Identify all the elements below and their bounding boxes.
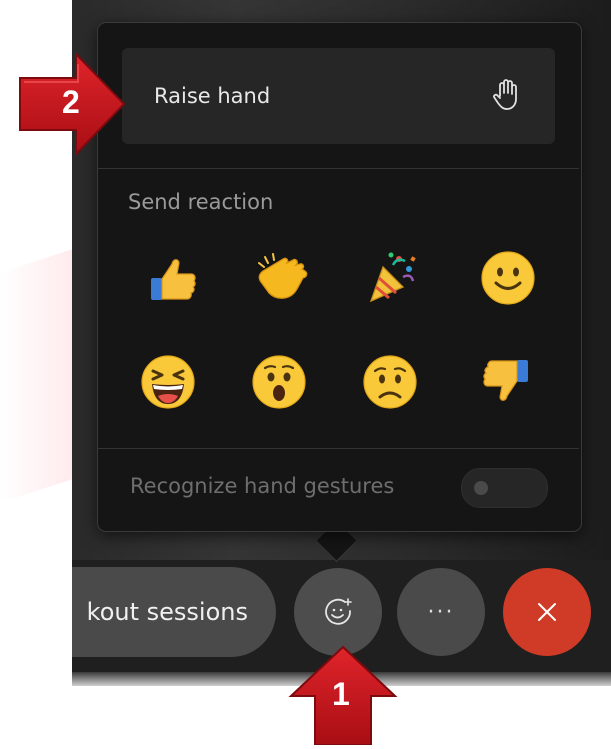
laugh-reaction-button[interactable] <box>136 350 200 414</box>
like-reaction-button[interactable] <box>141 246 205 310</box>
emoji-add-icon <box>325 598 352 625</box>
leave-call-button[interactable] <box>503 568 591 656</box>
celebrate-reaction-button[interactable] <box>360 246 424 310</box>
breakout-sessions-label: kout sessions <box>86 598 248 626</box>
step-1-number: 1 <box>332 676 350 712</box>
reactions-button[interactable] <box>294 568 382 656</box>
dislike-reaction-button[interactable] <box>474 350 538 414</box>
send-reaction-title: Send reaction <box>128 190 274 214</box>
thumbs-down-icon <box>483 360 528 401</box>
thumbs-up-icon <box>151 259 196 300</box>
hand-gestures-label: Recognize hand gestures <box>130 474 395 498</box>
hand-icon <box>492 78 522 112</box>
step-2-number: 2 <box>62 84 80 120</box>
divider <box>98 448 579 449</box>
divider <box>98 168 579 169</box>
breakout-sessions-button[interactable]: kout sessions <box>72 567 276 657</box>
raise-hand-button[interactable]: Raise hand <box>122 48 555 144</box>
hand-gestures-toggle[interactable] <box>461 468 548 508</box>
clap-icon <box>258 253 308 299</box>
surprised-reaction-button[interactable] <box>247 350 311 414</box>
raise-hand-label: Raise hand <box>154 84 271 108</box>
smile-icon <box>481 251 535 305</box>
party-popper-icon <box>369 252 416 303</box>
step-1-arrow: 1 <box>287 644 399 746</box>
smile-reaction-button[interactable] <box>476 246 540 310</box>
more-options-button[interactable]: ··· <box>397 568 485 656</box>
more-options-label: ··· <box>427 599 455 625</box>
close-icon <box>538 603 556 621</box>
laugh-icon <box>141 355 195 409</box>
sad-reaction-button[interactable] <box>358 350 422 414</box>
step-2-arrow: 2 <box>16 51 128 160</box>
sad-icon <box>363 355 417 409</box>
clap-reaction-button[interactable] <box>250 246 314 310</box>
toggle-knob <box>474 481 488 495</box>
surprised-icon <box>252 355 306 409</box>
